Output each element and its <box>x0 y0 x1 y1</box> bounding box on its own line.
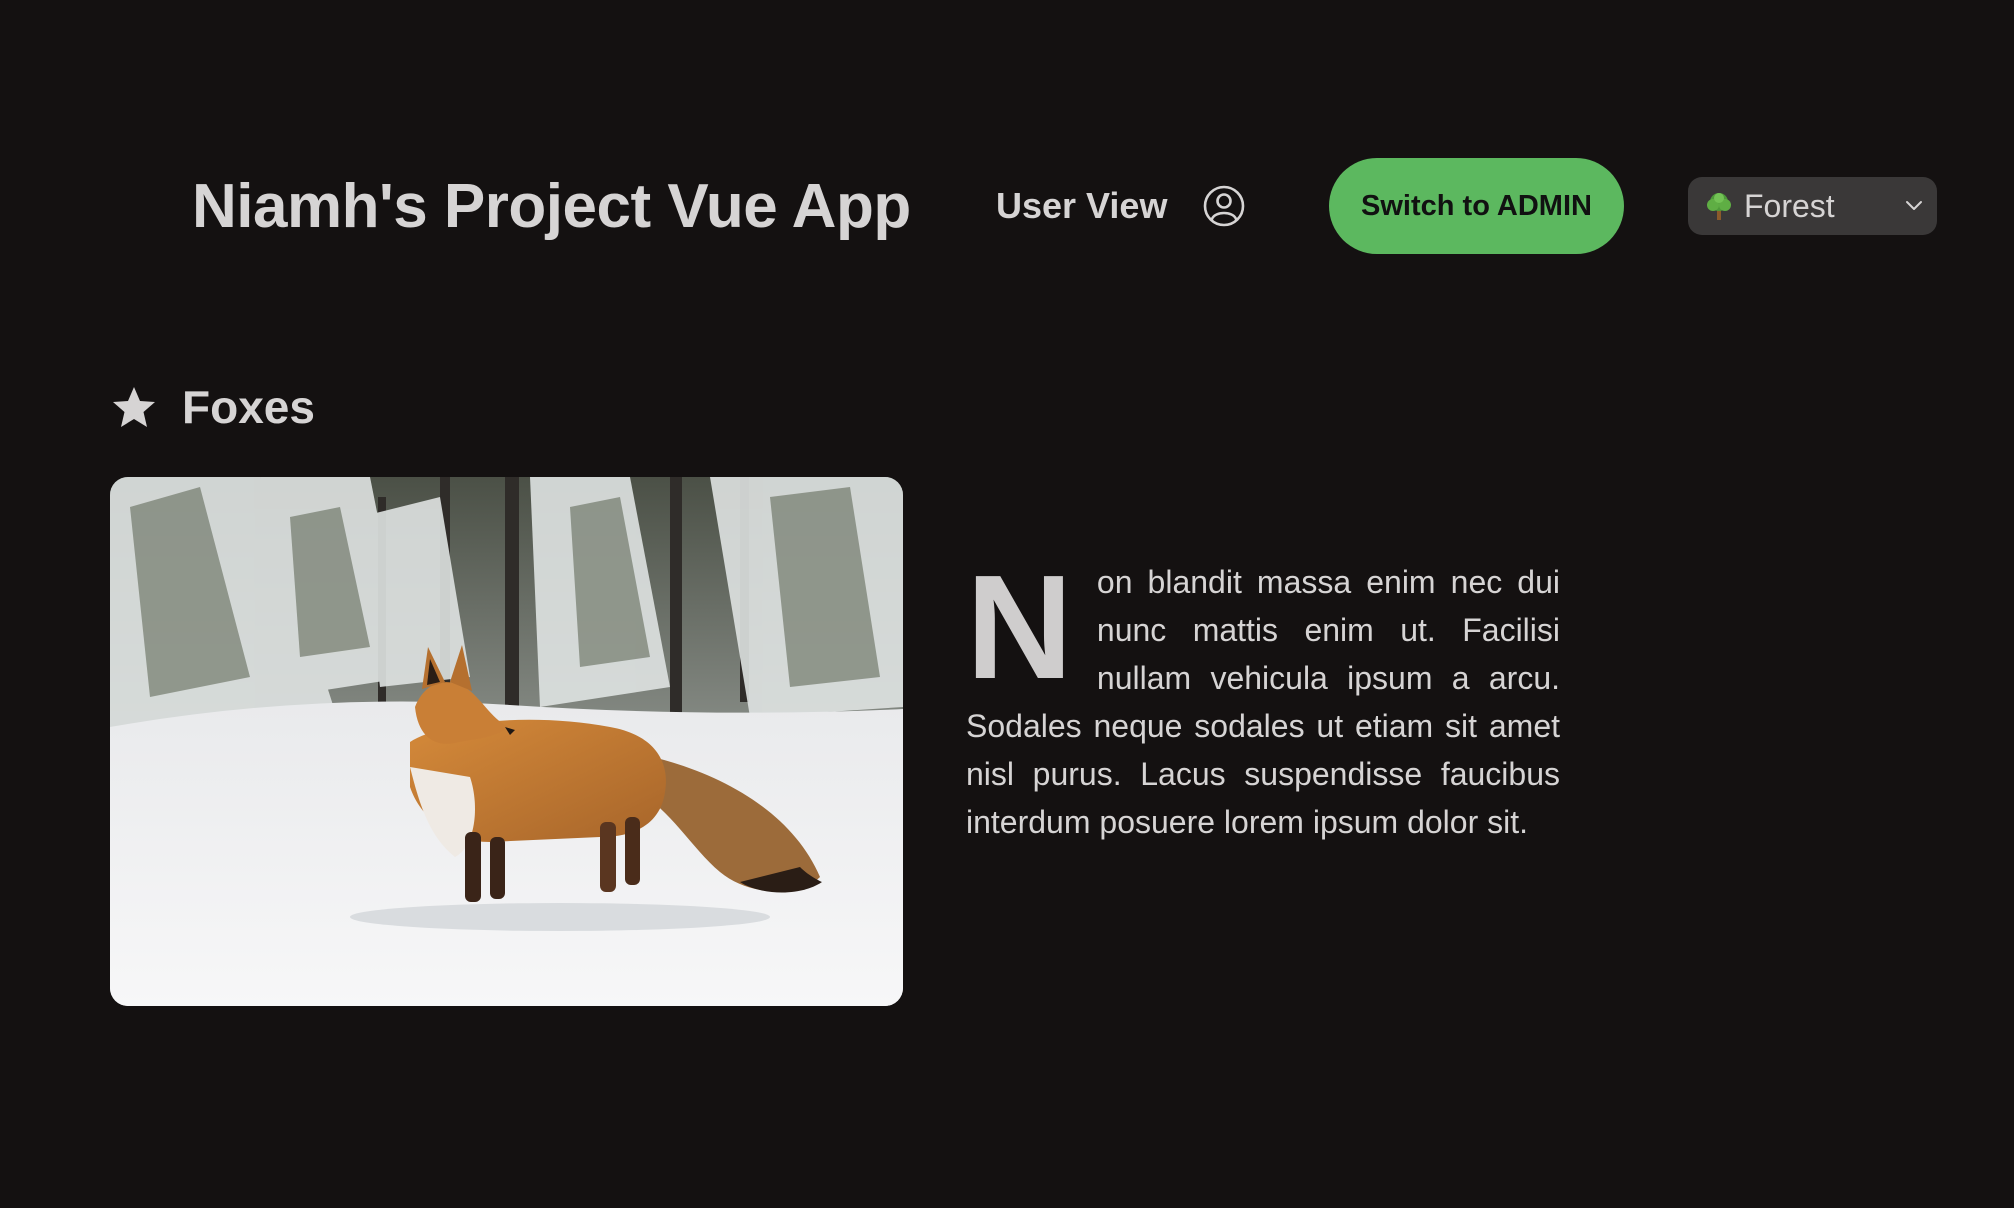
page: Niamh's Project Vue App User View Switch… <box>0 0 2014 1208</box>
chevron-down-icon <box>1906 201 1922 210</box>
tree-emoji-icon <box>1707 193 1731 220</box>
article-paragraph: Non blandit massa enim nec dui nunc matt… <box>966 545 1560 846</box>
app-title: Niamh's Project Vue App <box>192 172 911 241</box>
section-title: Foxes <box>182 381 315 433</box>
fox-image <box>110 477 903 1006</box>
drop-cap: N <box>966 545 1073 710</box>
theme-select[interactable]: Forest <box>1688 177 1937 235</box>
theme-select-value: Forest <box>1744 188 1835 224</box>
view-mode-label: User View <box>996 185 1168 226</box>
switch-to-admin-button[interactable]: Switch to ADMIN <box>1329 158 1624 254</box>
user-circle-icon[interactable] <box>1203 185 1245 227</box>
star-icon <box>113 387 155 427</box>
